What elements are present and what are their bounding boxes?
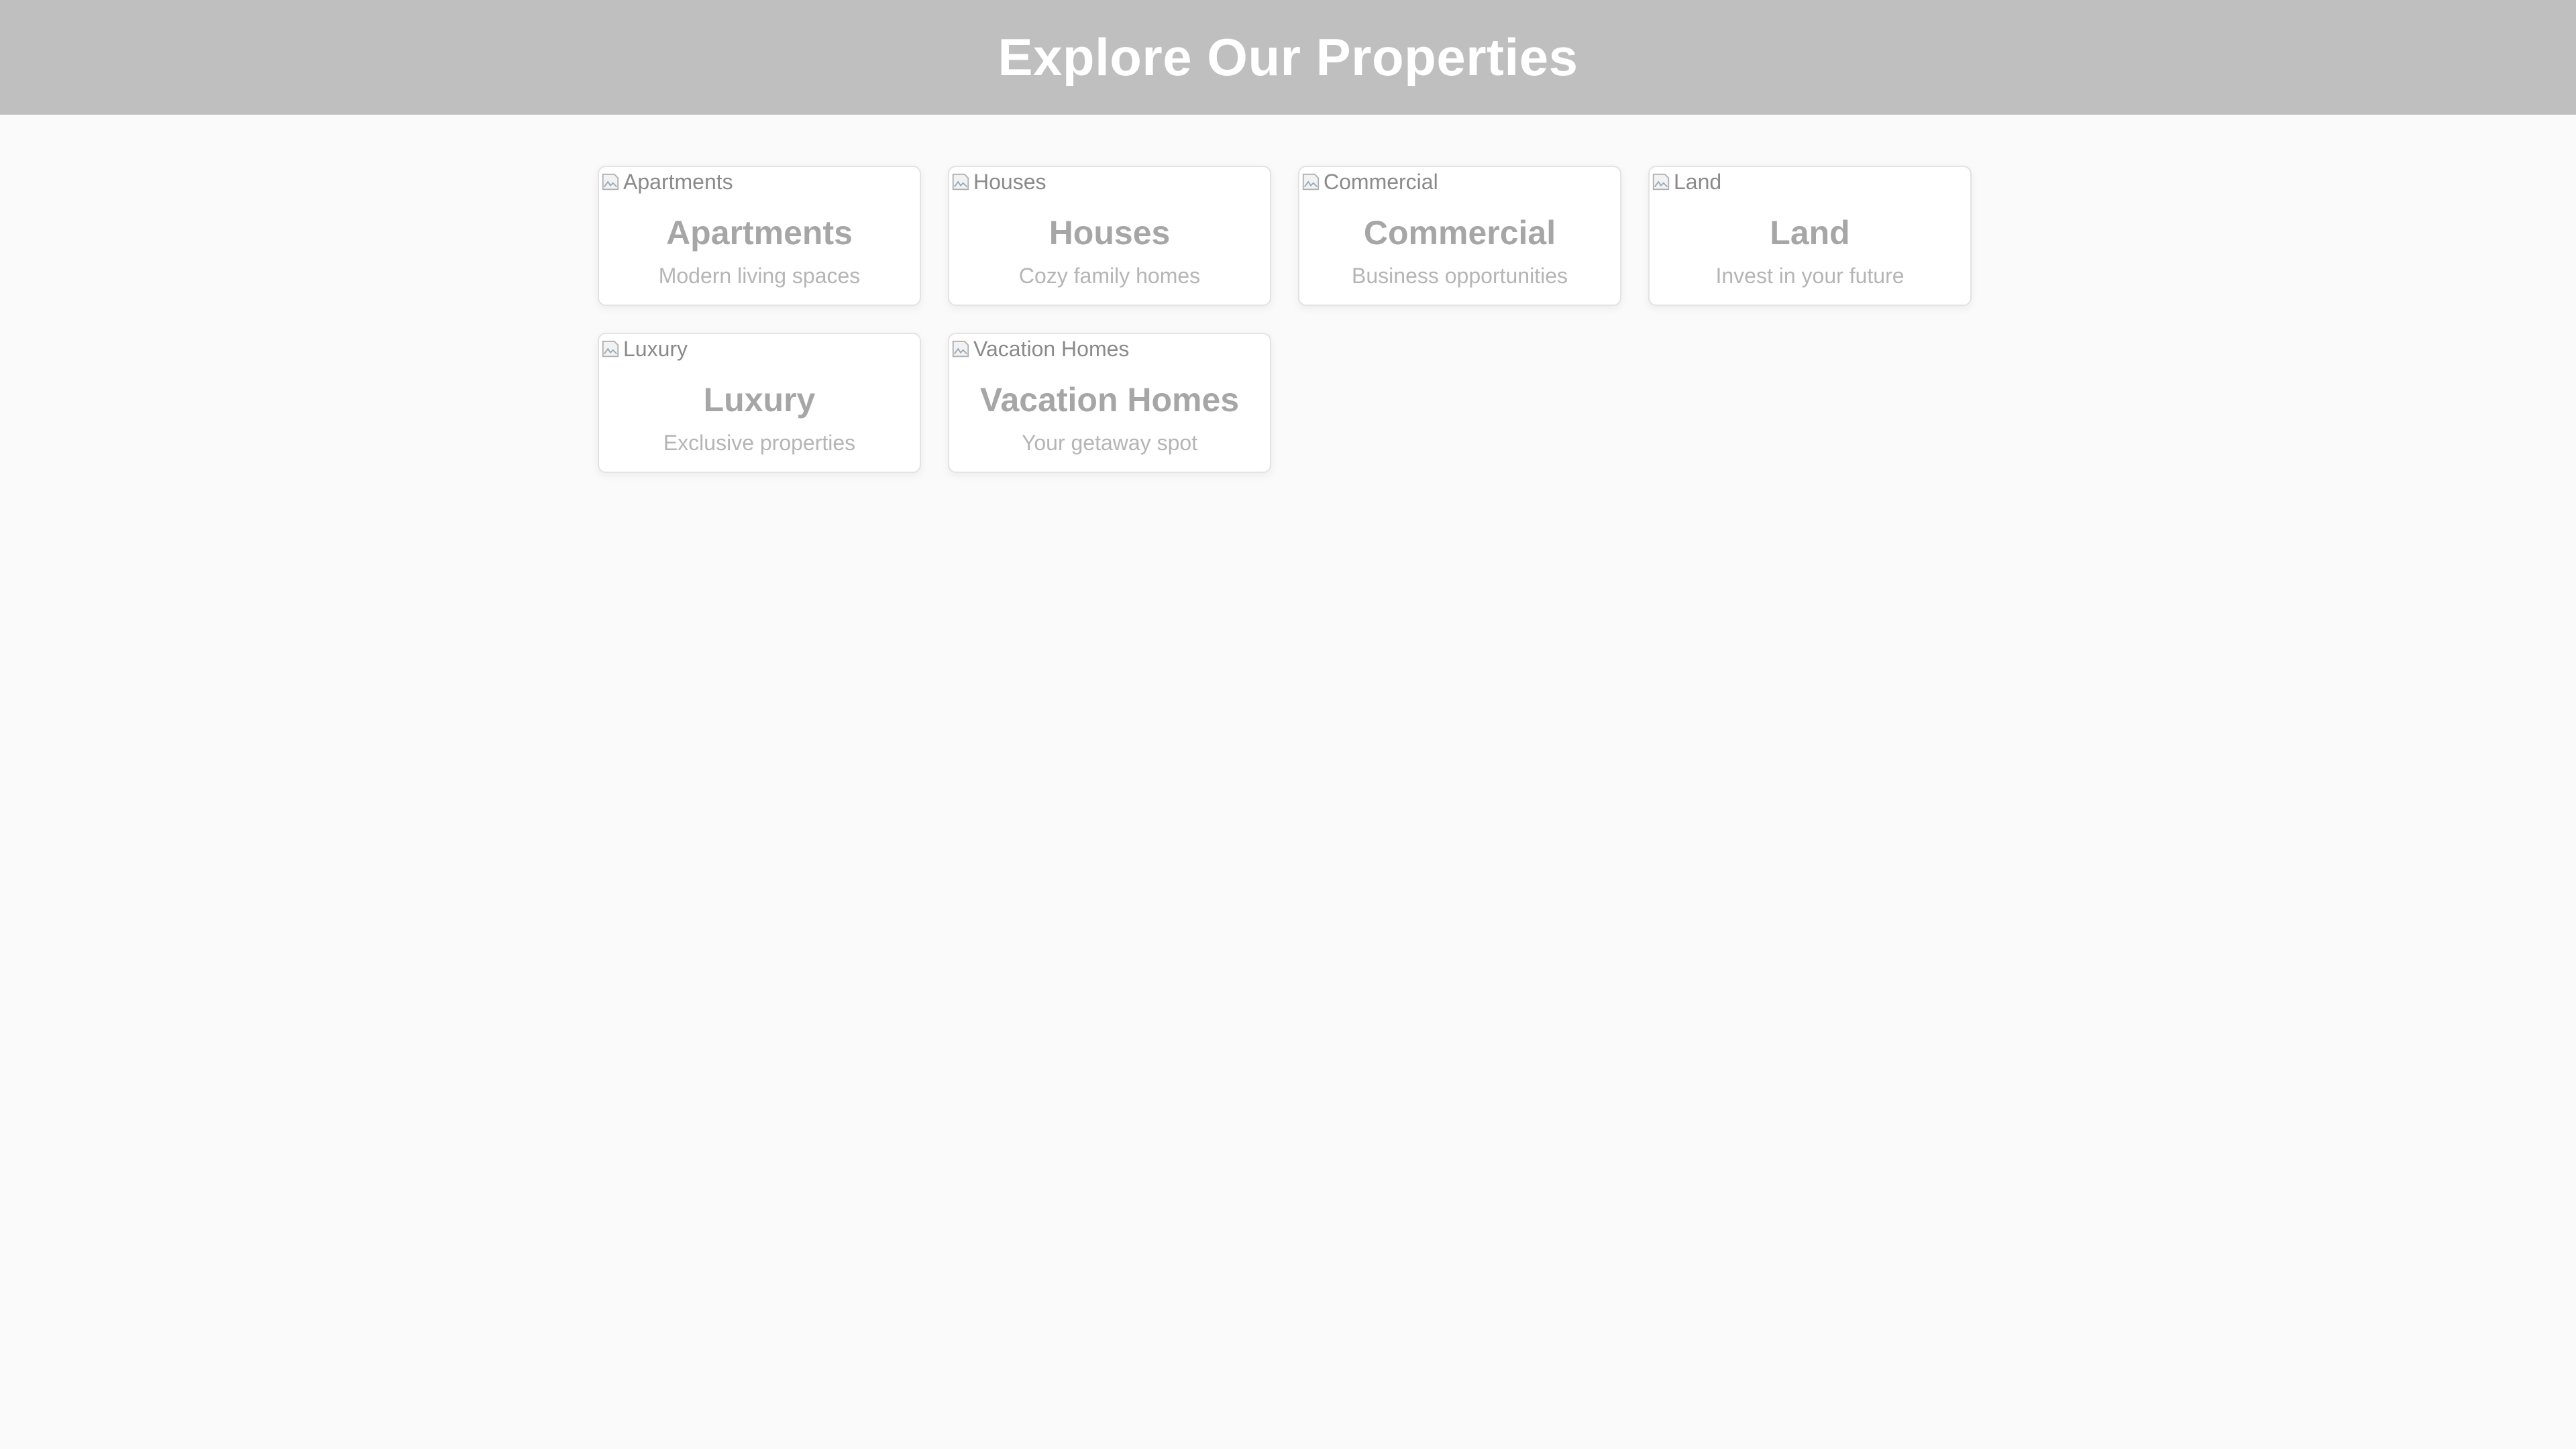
property-image: Vacation Homes xyxy=(951,335,1129,362)
image-alt-text: Vacation Homes xyxy=(973,337,1130,361)
property-title: Houses xyxy=(1049,214,1171,252)
image-alt-text: Land xyxy=(1674,170,1722,194)
image-alt-text: Commercial xyxy=(1324,170,1438,194)
property-card-houses[interactable]: Houses Houses Cozy family homes xyxy=(948,166,1271,306)
page-header: Explore Our Properties xyxy=(0,0,2576,115)
broken-image-icon xyxy=(952,173,969,191)
property-title: Luxury xyxy=(703,381,816,419)
property-grid: Apartments Apartments Modern living spac… xyxy=(598,166,1980,473)
property-title: Land xyxy=(1770,214,1850,252)
property-description: Your getaway spot xyxy=(1021,431,1198,455)
property-title: Commercial xyxy=(1363,214,1556,252)
image-alt-text: Apartments xyxy=(623,170,733,194)
property-card-apartments[interactable]: Apartments Apartments Modern living spac… xyxy=(598,166,921,306)
broken-image-icon xyxy=(602,173,619,191)
broken-image-icon xyxy=(602,340,619,358)
property-card-vacation-homes[interactable]: Vacation Homes Vacation Homes Your getaw… xyxy=(948,333,1271,473)
property-card-land[interactable]: Land Land Invest in your future xyxy=(1648,166,1972,306)
property-description: Invest in your future xyxy=(1715,264,1904,288)
image-alt-text: Luxury xyxy=(623,337,688,361)
property-card-commercial[interactable]: Commercial Commercial Business opportuni… xyxy=(1298,166,1621,306)
page-title: Explore Our Properties xyxy=(998,28,1578,87)
property-image: Land xyxy=(1651,168,1721,195)
image-alt-text: Houses xyxy=(973,170,1046,194)
property-description: Modern living spaces xyxy=(658,264,861,288)
property-image: Commercial xyxy=(1301,168,1438,195)
property-description: Business opportunities xyxy=(1352,264,1568,288)
broken-image-icon xyxy=(1302,173,1320,191)
property-description: Cozy family homes xyxy=(1018,264,1201,288)
property-title: Vacation Homes xyxy=(979,381,1240,419)
property-description: Exclusive properties xyxy=(663,431,856,455)
broken-image-icon xyxy=(1652,173,1670,191)
property-title: Apartments xyxy=(666,214,853,252)
property-image: Houses xyxy=(951,168,1046,195)
broken-image-icon xyxy=(952,340,969,358)
property-image: Luxury xyxy=(600,335,688,362)
property-card-luxury[interactable]: Luxury Luxury Exclusive properties xyxy=(598,333,921,473)
property-image: Apartments xyxy=(600,168,733,195)
